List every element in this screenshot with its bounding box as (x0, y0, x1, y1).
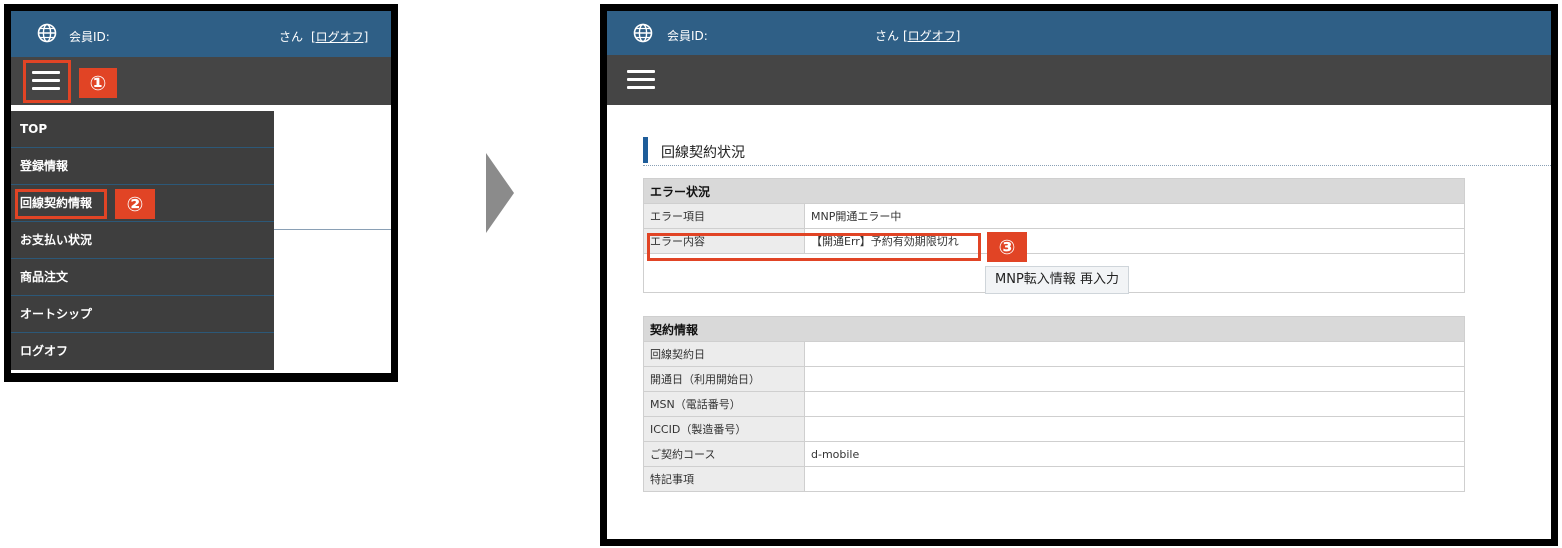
section-title-accent (643, 137, 648, 163)
highlight-box-error-detail (647, 233, 981, 261)
menu-item-payment[interactable]: お支払い状況 (11, 222, 274, 259)
table-row: ご契約コース d-mobile (643, 441, 1465, 467)
table-row: 回線契約日 (643, 341, 1465, 367)
error-item-value: MNP開通エラー中 (804, 203, 1465, 229)
step-marker-3: ③ (987, 232, 1027, 262)
table-row: 特記事項 (643, 466, 1465, 492)
table-row: MSN（電話番号） (643, 391, 1465, 417)
globe-icon (37, 23, 57, 43)
member-id-label: 会員ID: (69, 30, 110, 44)
logoff-link[interactable]: [ログオフ] (311, 28, 368, 45)
highlight-box-line-contract (15, 189, 107, 219)
right-screenshot-frame: 会員ID: さん [ログオフ] 回線契約状況 エラー状況 エラー項目 MNP開通… (600, 4, 1558, 546)
left-screenshot-frame: 会員ID: さん [ログオフ] ① TOP 登録情報 回線契約情報 お支払い状況… (4, 4, 398, 382)
highlight-box-hamburger (23, 60, 71, 103)
logoff-link[interactable]: [ログオフ] (903, 27, 960, 44)
flow-arrow (486, 153, 514, 233)
menu-item-order[interactable]: 商品注文 (11, 259, 274, 296)
menu-item-autoship[interactable]: オートシップ (11, 296, 274, 333)
right-screen: 会員ID: さん [ログオフ] 回線契約状況 エラー状況 エラー項目 MNP開通… (607, 11, 1551, 539)
table-row: 開通日（利用開始日） (643, 366, 1465, 392)
nav-bar (607, 55, 1551, 105)
globe-icon (633, 23, 653, 43)
contract-info-table: 契約情報 回線契約日 開通日（利用開始日） MSN（電話番号） ICCID（製造… (643, 316, 1465, 492)
header-bar: 会員ID: さん [ログオフ] (607, 11, 1551, 55)
contract-info-heading: 契約情報 (643, 316, 1465, 342)
menu-item-top[interactable]: TOP (11, 111, 274, 148)
error-item-label: エラー項目 (643, 203, 805, 229)
menu-item-logoff[interactable]: ログオフ (11, 333, 274, 370)
step-marker-1: ① (79, 68, 117, 98)
error-status-heading: エラー状況 (643, 178, 1465, 204)
header-bar: 会員ID: さん [ログオフ] (11, 11, 391, 57)
step-marker-2: ② (115, 189, 155, 219)
left-screen: 会員ID: さん [ログオフ] ① TOP 登録情報 回線契約情報 お支払い状況… (11, 11, 391, 373)
content-divider (274, 229, 391, 230)
san-label: さん (279, 30, 304, 44)
hamburger-menu-icon[interactable] (627, 70, 655, 90)
title-underline (643, 165, 1551, 166)
table-row: エラー項目 MNP開通エラー中 (643, 203, 1465, 229)
page-title: 回線契約状況 (661, 145, 745, 161)
member-id-label: 会員ID: (667, 29, 708, 43)
menu-item-registration[interactable]: 登録情報 (11, 148, 274, 185)
san-label: さん (875, 29, 900, 43)
table-row: ICCID（製造番号） (643, 416, 1465, 442)
mnp-reenter-button[interactable]: MNP転入情報 再入力 (985, 266, 1129, 294)
side-menu: TOP 登録情報 回線契約情報 お支払い状況 商品注文 オートシップ ログオフ (11, 111, 274, 370)
